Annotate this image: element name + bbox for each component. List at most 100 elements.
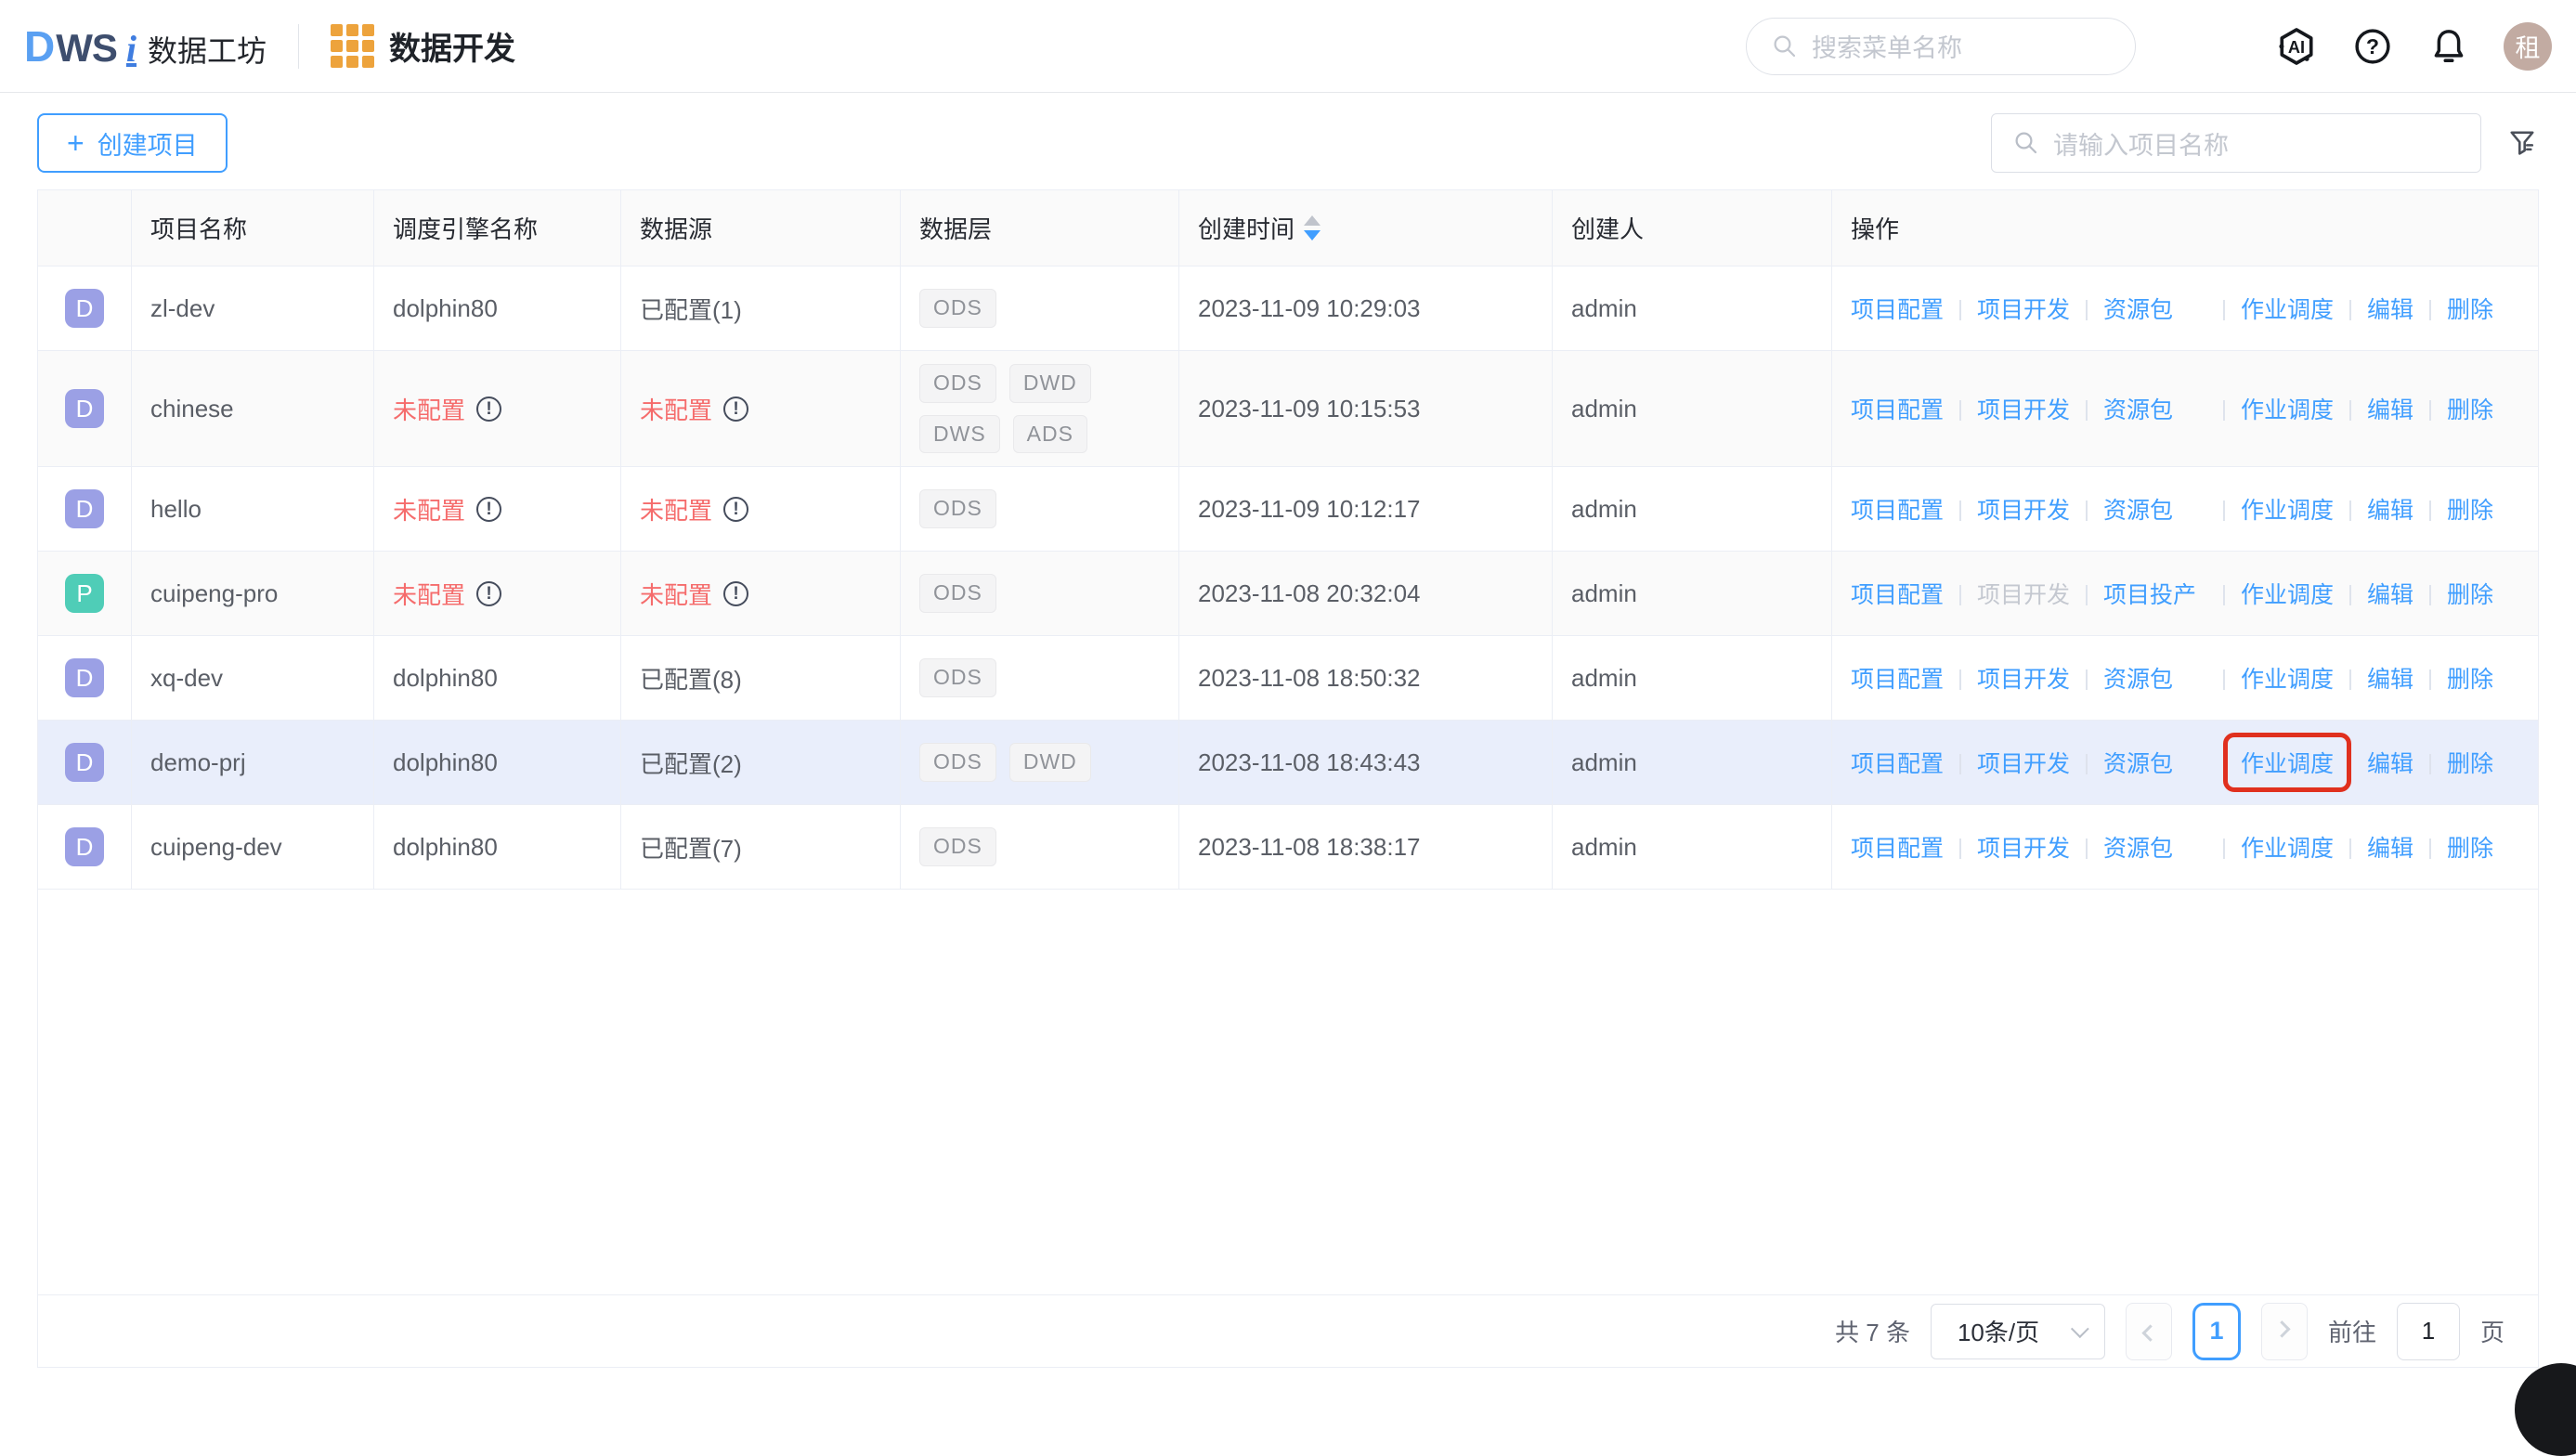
action-link[interactable]: 项目开发 <box>1977 392 2070 425</box>
action-link[interactable]: 编辑 <box>2367 830 2413 864</box>
action-link[interactable]: 项目开发 <box>1977 292 2070 325</box>
chevron-down-icon <box>2071 1320 2089 1338</box>
action-link[interactable]: 作业调度 <box>2241 577 2334 610</box>
column-header-created[interactable]: 创建时间 <box>1179 190 1553 266</box>
project-name: chinese <box>150 395 234 423</box>
action-link[interactable]: 资源包 <box>2103 392 2207 425</box>
table-row[interactable]: D cuipeng-dev dolphin80 已配置(7) ODS 2023-… <box>38 805 2538 890</box>
table-row[interactable]: P cuipeng-pro 未配置! 未配置! ODS 2023-11-08 2… <box>38 552 2538 636</box>
data-layer-tags: ODS <box>919 561 996 626</box>
pagination-bar: 共 7 条 10条/页 1 前往 1 页 <box>38 1294 2538 1367</box>
project-badge: D <box>65 289 104 328</box>
menu-search-input[interactable]: 搜索菜单名称 <box>1746 18 2136 75</box>
action-link[interactable]: 编辑 <box>2367 292 2413 325</box>
action-link[interactable]: 资源包 <box>2103 746 2207 779</box>
data-layer-tags: ODSDWDDWSADS <box>919 351 1119 466</box>
warning-info-icon[interactable]: ! <box>723 581 748 606</box>
action-link[interactable]: 删除 <box>2447 492 2493 526</box>
action-link[interactable]: 项目配置 <box>1851 292 1944 325</box>
action-link[interactable]: 作业调度 <box>2241 292 2334 325</box>
action-link[interactable]: 资源包 <box>2103 292 2207 325</box>
user-avatar[interactable]: 租 <box>2504 22 2552 71</box>
action-link[interactable]: 项目配置 <box>1851 392 1944 425</box>
row-actions: 项目配置|项目开发|资源包|作业调度|编辑|删除 <box>1851 830 2493 864</box>
page-size-select[interactable]: 10条/页 <box>1931 1304 2105 1359</box>
action-link[interactable]: 作业调度 <box>2241 661 2334 695</box>
data-layer-tags: ODS <box>919 476 996 541</box>
sort-ascending-icon[interactable] <box>1304 215 1321 226</box>
create-project-button[interactable]: + 创建项目 <box>37 113 228 173</box>
action-link[interactable]: 项目投产 <box>2103 577 2207 610</box>
search-icon <box>1771 32 1799 60</box>
action-link[interactable]: 项目配置 <box>1851 577 1944 610</box>
warning-info-icon[interactable]: ! <box>723 497 748 522</box>
ai-assistant-icon[interactable]: AI <box>2275 25 2318 68</box>
action-link[interactable]: 资源包 <box>2103 661 2207 695</box>
action-link[interactable]: 项目配置 <box>1851 492 1944 526</box>
data-layer-tag: DWD <box>1009 364 1091 403</box>
action-link[interactable]: 资源包 <box>2103 492 2207 526</box>
action-link[interactable]: 资源包 <box>2103 830 2207 864</box>
page-size-value: 10条/页 <box>1958 1314 2039 1348</box>
goto-page-input[interactable]: 1 <box>2397 1303 2460 1360</box>
project-search-input[interactable]: 请输入项目名称 <box>1991 113 2481 173</box>
action-link[interactable]: 项目配置 <box>1851 746 1944 779</box>
action-link[interactable]: 编辑 <box>2367 392 2413 425</box>
action-link[interactable]: 项目开发 <box>1977 661 2070 695</box>
table-row[interactable]: D hello 未配置! 未配置! ODS 2023-11-09 10:12:1… <box>38 467 2538 552</box>
action-link[interactable]: 项目配置 <box>1851 830 1944 864</box>
floating-corner-button[interactable] <box>2515 1363 2576 1456</box>
current-page-button[interactable]: 1 <box>2192 1303 2241 1360</box>
logo-letters-ws: WS <box>56 26 117 71</box>
data-layer-tag: ADS <box>1013 415 1087 454</box>
action-link[interactable]: 删除 <box>2447 577 2493 610</box>
next-page-button[interactable] <box>2261 1303 2308 1360</box>
action-link[interactable]: 作业调度 <box>2241 492 2334 526</box>
action-link[interactable]: 删除 <box>2447 746 2493 779</box>
action-divider: | <box>1958 750 1963 775</box>
data-layer-tag: ODS <box>919 827 996 866</box>
project-badge: D <box>65 827 104 866</box>
action-link[interactable]: 删除 <box>2447 292 2493 325</box>
app-menu[interactable]: 数据开发 <box>331 23 515 69</box>
warning-info-icon[interactable]: ! <box>476 396 501 422</box>
action-divider: | <box>2084 396 2089 422</box>
action-link[interactable]: 作业调度 <box>2241 830 2334 864</box>
app-grid-icon[interactable] <box>331 24 374 68</box>
action-divider: | <box>1958 396 1963 422</box>
data-layer-tags: ODS <box>919 645 996 710</box>
page-title: 数据开发 <box>389 23 515 69</box>
action-link[interactable]: 删除 <box>2447 661 2493 695</box>
project-badge: D <box>65 658 104 697</box>
action-link[interactable]: 项目开发 <box>1977 492 2070 526</box>
table-row[interactable]: D chinese 未配置! 未配置! ODSDWDDWSADS 2023-11… <box>38 351 2538 467</box>
warning-info-icon[interactable]: ! <box>723 396 748 422</box>
action-link[interactable]: 删除 <box>2447 392 2493 425</box>
action-link[interactable]: 编辑 <box>2367 492 2413 526</box>
action-link[interactable]: 项目配置 <box>1851 661 1944 695</box>
table-row[interactable]: D zl-dev dolphin80 已配置(1) ODS 2023-11-09… <box>38 266 2538 351</box>
warning-info-icon[interactable]: ! <box>476 497 501 522</box>
action-link[interactable]: 删除 <box>2447 830 2493 864</box>
engine-cell: 未配置! <box>374 351 621 466</box>
data-layer-tag: ODS <box>919 574 996 613</box>
action-link[interactable]: 作业调度 <box>2241 392 2334 425</box>
filter-icon[interactable] <box>2505 126 2539 160</box>
action-link[interactable]: 项目开发 <box>1977 830 2070 864</box>
column-header-badge <box>38 190 132 266</box>
action-link[interactable]: 编辑 <box>2367 746 2413 779</box>
action-link[interactable]: 编辑 <box>2367 577 2413 610</box>
help-icon[interactable]: ? <box>2351 25 2394 68</box>
logo-letter-i: i <box>126 27 137 71</box>
sort-caret[interactable] <box>1304 215 1321 240</box>
previous-page-button[interactable] <box>2126 1303 2172 1360</box>
action-link[interactable]: 作业调度 <box>2223 733 2351 792</box>
warning-info-icon[interactable]: ! <box>476 581 501 606</box>
table-row[interactable]: D xq-dev dolphin80 已配置(8) ODS 2023-11-08… <box>38 636 2538 721</box>
action-divider: | <box>2427 750 2433 775</box>
action-link[interactable]: 编辑 <box>2367 661 2413 695</box>
action-link[interactable]: 项目开发 <box>1977 746 2070 779</box>
notification-bell-icon[interactable] <box>2427 25 2470 68</box>
sort-descending-icon[interactable] <box>1304 230 1321 240</box>
table-row[interactable]: D demo-prj dolphin80 已配置(2) ODSDWD 2023-… <box>38 721 2538 805</box>
